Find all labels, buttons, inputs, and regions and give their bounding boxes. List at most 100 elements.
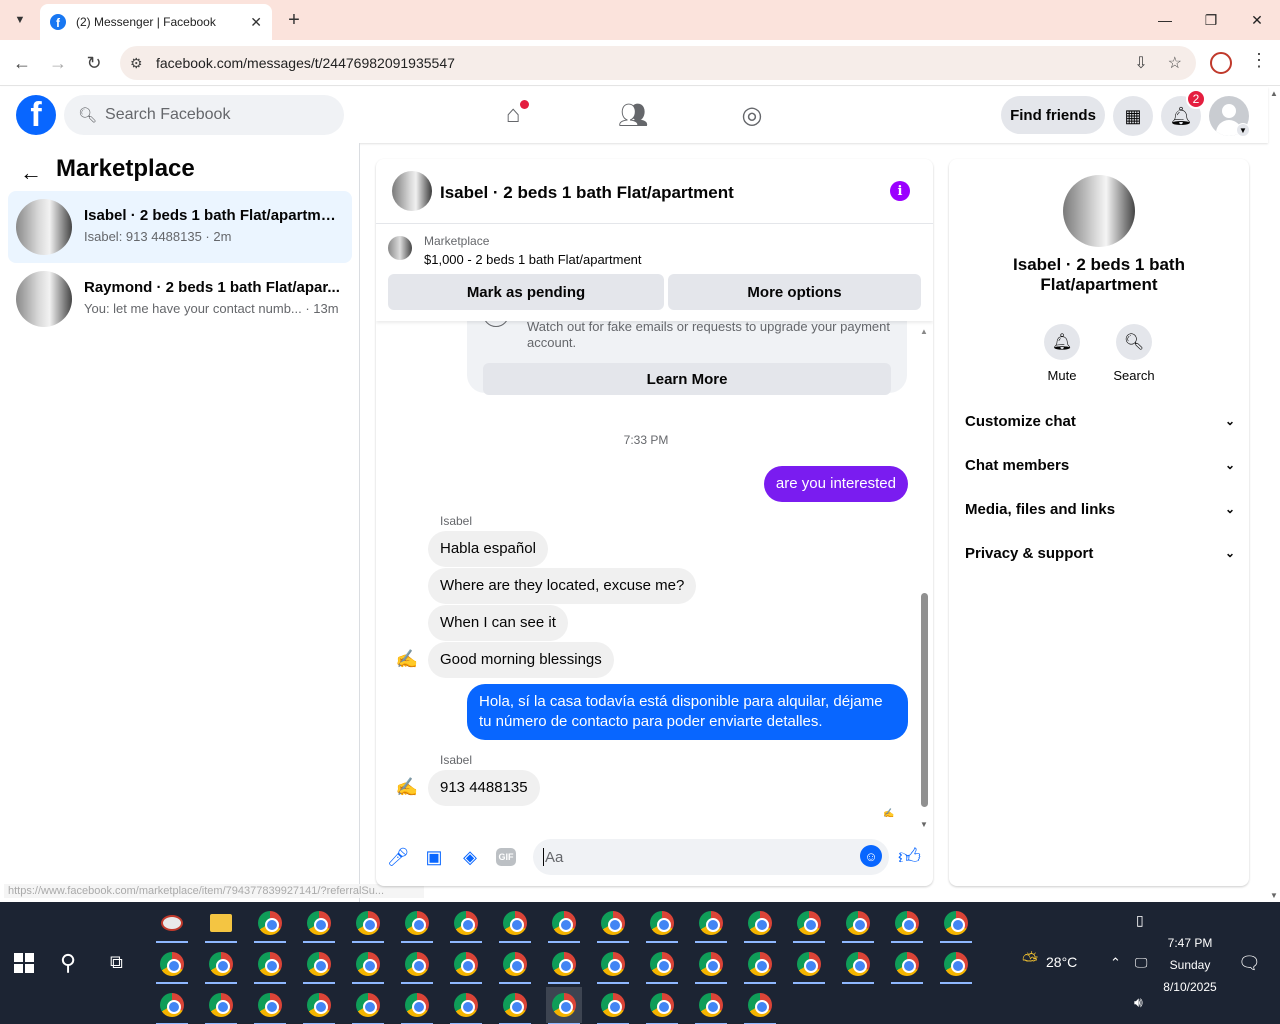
privacy-support-section[interactable]: Privacy & support ⌄ (965, 541, 1235, 565)
message-input[interactable]: Aa (533, 839, 889, 875)
find-friends-button[interactable]: Find friends (1001, 96, 1105, 134)
incoming-message[interactable]: Where are they located, excuse me? (428, 568, 697, 604)
tray-chevron-up-icon[interactable]: ⌃ (1110, 955, 1121, 971)
groups-icon[interactable]: ◎ (736, 99, 768, 131)
scrollbar-thumb[interactable] (921, 593, 928, 807)
taskbar-search-icon[interactable]: ⚲ (60, 950, 76, 976)
chrome-profile-icon[interactable] (252, 987, 288, 1024)
scroll-up-icon[interactable]: ▲ (920, 327, 928, 336)
browser-tab[interactable]: f (2) Messenger | Facebook ✕ (40, 4, 272, 40)
media-files-links-section[interactable]: Media, files and links ⌄ (965, 497, 1235, 521)
notification-center-icon[interactable]: 🗨︎ (1238, 953, 1261, 974)
outgoing-message[interactable]: are you interested (763, 466, 908, 502)
chrome-profile-icon[interactable] (301, 905, 337, 943)
learn-more-button[interactable]: Learn More (483, 363, 891, 395)
gif-icon[interactable]: GIF (496, 848, 516, 866)
task-view-icon[interactable]: ⧉ (110, 952, 123, 973)
facebook-search-input[interactable]: 🔍︎ Search Facebook (64, 95, 344, 135)
chrome-profile-icon[interactable] (203, 946, 239, 984)
network-icon[interactable]: 🖵︎ (1135, 955, 1148, 971)
chrome-profile-icon[interactable] (742, 987, 778, 1024)
chrome-profile-icon[interactable] (497, 905, 533, 943)
incoming-message[interactable]: Good morning blessings (428, 642, 614, 678)
chrome-profile-icon[interactable] (644, 946, 680, 984)
chrome-profile-icon[interactable] (497, 946, 533, 984)
browser-menu-icon[interactable]: ⋮ (1250, 50, 1268, 71)
tray-device-icon[interactable]: ▯ (1136, 912, 1144, 929)
incoming-message[interactable]: 913 4488135 (428, 770, 540, 806)
outgoing-message[interactable]: Hola, sí la casa todavía está disponible… (467, 684, 908, 740)
chrome-profile-icon[interactable] (595, 946, 631, 984)
conversation-item[interactable]: Isabel · 2 beds 1 bath Flat/apartment Is… (8, 191, 352, 263)
microphone-icon[interactable]: 🎤︎ (386, 845, 410, 869)
sticker-icon[interactable]: ◈ (458, 845, 482, 869)
mute-button[interactable]: 🔔︎ Mute (1032, 324, 1092, 383)
incoming-message[interactable]: When I can see it (428, 605, 568, 641)
forward-icon[interactable]: → (45, 50, 71, 76)
chrome-profile-icon[interactable] (693, 987, 729, 1024)
page-scrollbar[interactable]: ▲ ▼ (1268, 87, 1280, 902)
chat-members-section[interactable]: Chat members ⌄ (965, 453, 1235, 477)
windows-start-icon[interactable] (14, 953, 34, 973)
chat-scrollbar[interactable]: ▲ ▼ (920, 321, 928, 829)
chrome-profile-icon[interactable] (742, 946, 778, 984)
chrome-profile-icon[interactable] (840, 946, 876, 984)
tab-close-icon[interactable]: ✕ (250, 14, 262, 31)
chrome-profile-icon[interactable] (693, 946, 729, 984)
chrome-profile-icon[interactable] (840, 905, 876, 943)
chrome-profile-icon[interactable] (448, 905, 484, 943)
chrome-profile-icon[interactable] (448, 987, 484, 1024)
details-listing-thumbnail[interactable] (1063, 175, 1135, 247)
site-info-icon[interactable]: ⚙ (130, 55, 156, 72)
chrome-profile-icon[interactable] (399, 987, 435, 1024)
new-tab-icon[interactable]: + (282, 8, 306, 32)
chrome-profile-icon[interactable] (448, 946, 484, 984)
conversation-item[interactable]: Raymond · 2 beds 1 bath Flat/apar... You… (8, 263, 352, 335)
tab-list-chevron-icon[interactable]: ▼ (8, 8, 32, 32)
install-app-icon[interactable]: ⇩ (1134, 53, 1147, 73)
minimize-icon[interactable]: — (1142, 6, 1188, 34)
scroll-up-icon[interactable]: ▲ (1270, 89, 1278, 98)
chrome-profile-icon[interactable] (154, 987, 190, 1024)
volume-icon[interactable]: 🔊︎ (1134, 994, 1143, 1011)
chrome-profile-icon[interactable] (399, 946, 435, 984)
chrome-profile-icon[interactable] (301, 987, 337, 1024)
address-bar[interactable]: ⚙ facebook.com/messages/t/24476982091935… (120, 46, 1196, 80)
chrome-profile-icon[interactable] (791, 946, 827, 984)
scroll-down-icon[interactable]: ▼ (920, 820, 928, 829)
file-explorer-icon[interactable] (203, 905, 239, 943)
chrome-profile-icon[interactable] (595, 905, 631, 943)
chrome-profile-icon[interactable] (644, 987, 680, 1024)
scroll-down-icon[interactable]: ▼ (1270, 891, 1278, 900)
chrome-profile-icon[interactable] (252, 905, 288, 943)
account-chevron-down-icon[interactable]: ▼ (1236, 123, 1250, 137)
browser-profile-icon[interactable] (1210, 52, 1232, 74)
info-icon[interactable]: i (890, 181, 910, 201)
chrome-profile-icon[interactable] (742, 905, 778, 943)
chrome-profile-icon[interactable] (938, 905, 974, 943)
chrome-profile-icon[interactable] (693, 905, 729, 943)
back-icon[interactable]: ← (9, 50, 35, 76)
mark-as-pending-button[interactable]: Mark as pending (388, 274, 664, 310)
reload-icon[interactable]: ↻ (81, 50, 107, 76)
chrome-profile-icon[interactable] (203, 987, 239, 1024)
friends-icon[interactable]: 👥︎ (617, 99, 649, 131)
chat-title[interactable]: Isabel · 2 beds 1 bath Flat/apartment (440, 183, 734, 203)
more-options-button[interactable]: More options (668, 274, 921, 310)
chrome-profile-icon[interactable] (791, 905, 827, 943)
menu-grid-icon[interactable]: ▦ (1113, 96, 1153, 136)
chat-listing-thumbnail[interactable] (392, 171, 432, 211)
restore-icon[interactable]: ❐ (1188, 6, 1234, 34)
chrome-profile-icon[interactable] (595, 987, 631, 1024)
chrome-profile-icon[interactable] (399, 905, 435, 943)
chrome-profile-icon[interactable] (350, 905, 386, 943)
emoji-icon[interactable]: ☺ (860, 845, 882, 867)
photo-icon[interactable]: ▣ (422, 845, 446, 869)
incoming-message[interactable]: Habla español (428, 531, 548, 567)
facebook-logo-icon[interactable]: f (16, 95, 56, 135)
chrome-profile-icon[interactable] (497, 987, 533, 1024)
customize-chat-section[interactable]: Customize chat ⌄ (965, 409, 1235, 433)
chrome-profile-icon[interactable] (154, 946, 190, 984)
chrome-profile-icon[interactable] (546, 946, 582, 984)
chrome-profile-icon[interactable] (938, 946, 974, 984)
